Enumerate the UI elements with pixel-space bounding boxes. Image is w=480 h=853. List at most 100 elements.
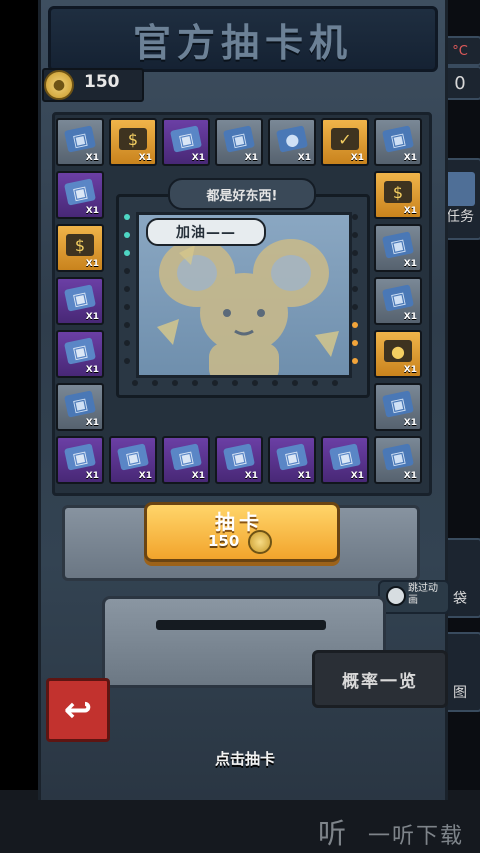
card-quantity: X1 xyxy=(403,259,417,269)
bag-icon: $ xyxy=(119,128,147,150)
indicator-light xyxy=(124,214,130,220)
card-quantity: X1 xyxy=(85,365,99,375)
card-quantity: X1 xyxy=(297,471,311,481)
indicator-light xyxy=(252,380,258,386)
indicator-light xyxy=(352,214,358,220)
indicator-light xyxy=(292,380,298,386)
coin-icon xyxy=(248,530,272,554)
indicator-light xyxy=(172,380,178,386)
reward-card: $ X1 xyxy=(109,118,157,166)
indicator-light xyxy=(124,250,130,256)
reward-card: ▣ X1 xyxy=(374,383,422,431)
indicator-light xyxy=(312,380,318,386)
coin-count: 150 xyxy=(84,72,120,92)
reward-card: ▣ X1 xyxy=(162,436,210,484)
card-quantity: X1 xyxy=(297,153,311,163)
indicator-light xyxy=(272,380,278,386)
card-quantity: X1 xyxy=(85,312,99,322)
reward-card: ▣ X1 xyxy=(56,171,104,219)
reward-card: ▣ X1 xyxy=(374,118,422,166)
indicator-light xyxy=(212,380,218,386)
card-icon: ▣ xyxy=(64,178,96,206)
reward-card: ▣ X1 xyxy=(374,436,422,484)
card-icon: ▣ xyxy=(329,443,361,471)
watermark-logo-icon: 听 xyxy=(318,817,347,850)
reward-card: ▣ X1 xyxy=(109,436,157,484)
indicator-light xyxy=(352,340,358,346)
ball-icon: ● xyxy=(384,340,412,362)
bag-icon: $ xyxy=(66,234,94,256)
reward-card: ● X1 xyxy=(268,118,316,166)
check-icon: ✓ xyxy=(331,128,359,150)
card-icon: ▣ xyxy=(64,443,96,471)
indicator-light xyxy=(132,380,138,386)
task-tab-label: 任务 xyxy=(446,209,474,225)
card-icon: ▣ xyxy=(117,443,149,471)
reward-card: ▣ X1 xyxy=(374,277,422,325)
task-icon xyxy=(445,172,475,206)
indicator-light xyxy=(124,268,130,274)
card-quantity: X1 xyxy=(403,471,417,481)
card-quantity: X1 xyxy=(85,206,99,216)
card-quantity: X1 xyxy=(85,471,99,481)
card-icon: ▣ xyxy=(64,390,96,418)
card-icon: ▣ xyxy=(64,337,96,365)
probability-button[interactable]: 概率一览 xyxy=(312,650,448,708)
reward-card: ▣ X1 xyxy=(56,330,104,378)
card-quantity: X1 xyxy=(138,471,152,481)
indicator-light xyxy=(124,286,130,292)
card-icon: ▣ xyxy=(382,284,414,312)
ball-icon: ● xyxy=(276,125,308,153)
indicator-light xyxy=(352,250,358,256)
reward-card: $ X1 xyxy=(374,171,422,219)
back-button[interactable]: ↩ xyxy=(46,678,110,742)
card-slot xyxy=(156,620,326,630)
card-icon: ▣ xyxy=(382,443,414,471)
indicator-light xyxy=(352,268,358,274)
draw-card-label: 抽卡 xyxy=(215,510,263,534)
speech-bubble: 加油—— xyxy=(146,218,266,246)
indicator-light xyxy=(352,286,358,292)
reward-card: ▣ X1 xyxy=(162,118,210,166)
screen-header: 都是好东西! xyxy=(168,178,316,210)
card-icon: ▣ xyxy=(170,125,202,153)
card-quantity: X1 xyxy=(403,365,417,375)
back-arrow-icon: ↩ xyxy=(63,690,93,730)
reward-card: ▣ X1 xyxy=(56,436,104,484)
card-icon: ▣ xyxy=(223,125,255,153)
indicator-light xyxy=(192,380,198,386)
card-quantity: X1 xyxy=(403,206,417,216)
watermark-text: 一听下载 xyxy=(368,824,465,849)
reward-card: ▣ X1 xyxy=(56,118,104,166)
bag-tab-label: 袋 xyxy=(453,591,467,607)
indicator-light xyxy=(352,322,358,328)
card-quantity: X1 xyxy=(191,471,205,481)
coin-icon: ● xyxy=(44,70,74,100)
reward-card: ▣ X1 xyxy=(56,277,104,325)
card-icon: ▣ xyxy=(382,125,414,153)
card-quantity: X1 xyxy=(403,153,417,163)
reward-card: ▣ X1 xyxy=(56,383,104,431)
indicator-light xyxy=(124,322,130,328)
indicator-light xyxy=(332,380,338,386)
indicator-light xyxy=(124,304,130,310)
reward-card: ▣ X1 xyxy=(321,436,369,484)
machine-title: 官方抽卡机 xyxy=(132,20,353,65)
indicator-light xyxy=(152,380,158,386)
indicator-light xyxy=(124,340,130,346)
reward-card: ▣ X1 xyxy=(215,436,263,484)
indicator-light xyxy=(124,232,130,238)
skip-animation-label: 跳过动画 xyxy=(408,583,438,606)
skip-animation-checkbox[interactable] xyxy=(386,586,406,606)
left-backdrop xyxy=(0,0,40,853)
card-quantity: X1 xyxy=(403,312,417,322)
indicator-light xyxy=(352,232,358,238)
reward-card: ▣ X1 xyxy=(215,118,263,166)
card-icon: ▣ xyxy=(276,443,308,471)
reward-card: $ X1 xyxy=(56,224,104,272)
card-quantity: X1 xyxy=(85,418,99,428)
card-icon: ▣ xyxy=(223,443,255,471)
reward-card: ▣ X1 xyxy=(268,436,316,484)
card-quantity: X1 xyxy=(244,153,258,163)
reward-card: ● X1 xyxy=(374,330,422,378)
